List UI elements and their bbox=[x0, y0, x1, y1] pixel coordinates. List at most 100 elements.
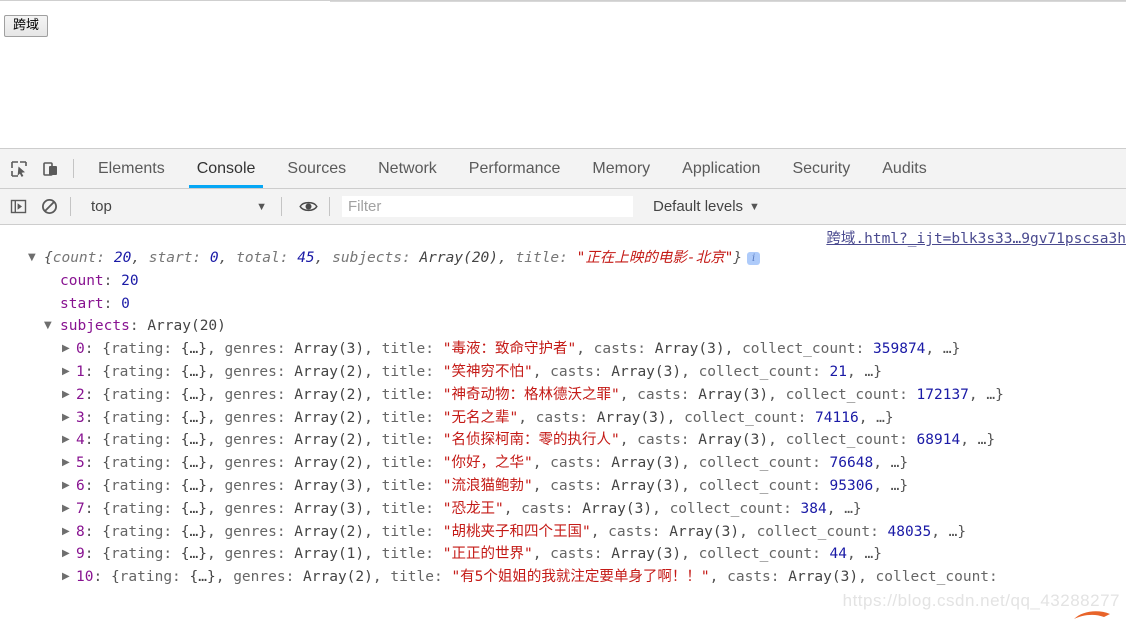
console-array-item[interactable]: ▶ 7: {rating: {…}, genres: Array(3), titl… bbox=[0, 498, 1126, 521]
line-content: 7: {rating: {…}, genres: Array(3), title… bbox=[76, 500, 862, 517]
line-content: 5: {rating: {…}, genres: Array(2), title… bbox=[76, 455, 909, 472]
tab-console[interactable]: Console bbox=[181, 149, 272, 188]
collapse-triangle-icon[interactable]: ▶ bbox=[62, 566, 70, 589]
collapse-triangle-icon[interactable]: ▶ bbox=[62, 338, 70, 361]
item-collect-count: 384 bbox=[800, 500, 827, 517]
collapse-triangle-icon[interactable]: ▶ bbox=[62, 429, 70, 452]
collapse-triangle-icon[interactable]: ▶ bbox=[62, 521, 70, 544]
console-filter-input[interactable] bbox=[342, 196, 633, 217]
line-content: 3: {rating: {…}, genres: Array(2), title… bbox=[76, 409, 894, 426]
array-index: 6 bbox=[76, 477, 85, 494]
console-array-item[interactable]: ▶ 10: {rating: {…}, genres: Array(2), tit… bbox=[0, 566, 1126, 589]
collapse-triangle-icon[interactable]: ▶ bbox=[62, 384, 70, 407]
console-array-item[interactable]: ▶ 9: {rating: {…}, genres: Array(1), titl… bbox=[0, 543, 1126, 566]
tab-network[interactable]: Network bbox=[362, 149, 453, 188]
tab-security[interactable]: Security bbox=[776, 149, 866, 188]
line-content: count: 20 bbox=[60, 272, 139, 289]
line-content: 9: {rating: {…}, genres: Array(1), title… bbox=[76, 546, 882, 563]
console-property-start: start: 0 bbox=[0, 293, 1126, 316]
collapse-triangle-icon[interactable]: ▶ bbox=[62, 361, 70, 384]
console-array-item[interactable]: ▶ 4: {rating: {…}, genres: Array(2), titl… bbox=[0, 429, 1126, 452]
console-array-item[interactable]: ▶ 6: {rating: {…}, genres: Array(3), titl… bbox=[0, 475, 1126, 498]
collapse-triangle-icon[interactable]: ▶ bbox=[62, 407, 70, 430]
line-content: 8: {rating: {…}, genres: Array(2), title… bbox=[76, 523, 967, 540]
item-title: "无名之辈" bbox=[442, 409, 519, 426]
console-array-item[interactable]: ▶ 5: {rating: {…}, genres: Array(2), titl… bbox=[0, 452, 1126, 475]
console-array-item[interactable]: ▶ 2: {rating: {…}, genres: Array(2), titl… bbox=[0, 384, 1126, 407]
array-index: 1 bbox=[76, 363, 85, 380]
line-content: subjects: Array(20) bbox=[60, 318, 226, 335]
page-top-divider bbox=[330, 1, 1126, 2]
devtools-tabstrip: Elements Console Sources Network Perform… bbox=[0, 149, 1126, 189]
array-index: 2 bbox=[76, 386, 85, 403]
array-index: 7 bbox=[76, 500, 85, 517]
line-content: {count: 20, start: 0, total: 45, subject… bbox=[0, 250, 761, 266]
console-property-count: count: 20 bbox=[0, 270, 1126, 293]
property-key: start bbox=[60, 295, 104, 312]
item-title: "名侦探柯南：零的执行人" bbox=[442, 432, 620, 449]
line-content: 10: {rating: {…}, genres: Array(2), titl… bbox=[76, 569, 998, 586]
toolbar-divider bbox=[73, 159, 74, 178]
item-collect-count: 76648 bbox=[829, 455, 874, 472]
watermark-text: https://blog.csdn.net/qq_43288277 bbox=[842, 591, 1120, 610]
item-title: "胡桃夹子和四个王国" bbox=[442, 523, 591, 540]
devtools-tabs: Elements Console Sources Network Perform… bbox=[82, 149, 943, 188]
filterbar-divider-1 bbox=[70, 197, 71, 216]
array-index: 10 bbox=[76, 569, 94, 586]
info-badge-icon[interactable]: i bbox=[747, 252, 761, 265]
execution-context-select[interactable]: top ▼ bbox=[83, 194, 273, 219]
line-content: 2: {rating: {…}, genres: Array(2), title… bbox=[76, 386, 1004, 403]
collapse-triangle-icon[interactable]: ▶ bbox=[62, 452, 70, 475]
tab-application[interactable]: Application bbox=[666, 149, 776, 188]
tab-elements[interactable]: Elements bbox=[82, 149, 181, 188]
console-array-item[interactable]: ▶ 3: {rating: {…}, genres: Array(2), titl… bbox=[0, 407, 1126, 430]
source-link[interactable]: 跨域.html?_ijt=blk3s33…9gv71pscsa3h bbox=[826, 231, 1126, 247]
clear-console-icon[interactable] bbox=[36, 194, 62, 220]
item-collect-count: 74116 bbox=[815, 409, 859, 426]
line-content: start: 0 bbox=[60, 295, 130, 312]
line-content: 0: {rating: {…}, genres: Array(3), title… bbox=[76, 341, 961, 358]
source-link-row: 跨域.html?_ijt=blk3s33…9gv71pscsa3h bbox=[826, 227, 1126, 248]
console-array-item[interactable]: ▶ 0: {rating: {…}, genres: Array(3), titl… bbox=[0, 338, 1126, 361]
tab-sources[interactable]: Sources bbox=[271, 149, 362, 188]
tab-memory[interactable]: Memory bbox=[576, 149, 666, 188]
item-title: "正正的世界" bbox=[442, 546, 533, 563]
watermark-swoosh-icon bbox=[1074, 611, 1110, 619]
line-content: 1: {rating: {…}, genres: Array(2), title… bbox=[76, 363, 882, 380]
log-levels-select[interactable]: Default levels ▼ bbox=[653, 198, 760, 215]
array-index: 4 bbox=[76, 432, 85, 449]
tab-audits[interactable]: Audits bbox=[866, 149, 942, 188]
live-expression-eye-icon[interactable] bbox=[295, 194, 321, 220]
console-property-subjects[interactable]: ▼ subjects: Array(20) bbox=[0, 315, 1126, 338]
line-content: 4: {rating: {…}, genres: Array(2), title… bbox=[76, 432, 996, 449]
array-index: 8 bbox=[76, 523, 85, 540]
device-toolbar-icon[interactable] bbox=[37, 155, 64, 182]
item-collect-count: 21 bbox=[829, 363, 847, 380]
console-array-item[interactable]: ▶ 1: {rating: {…}, genres: Array(2), titl… bbox=[0, 361, 1126, 384]
expand-triangle-icon[interactable]: ▼ bbox=[44, 315, 52, 338]
item-collect-count: 48035 bbox=[887, 523, 932, 540]
expand-triangle-icon[interactable]: ▼ bbox=[28, 247, 36, 270]
execution-context-value: top bbox=[91, 198, 112, 215]
filterbar-divider-2 bbox=[281, 197, 282, 216]
item-title: "神奇动物：格林德沃之罪" bbox=[442, 386, 620, 403]
collapse-triangle-icon[interactable]: ▶ bbox=[62, 498, 70, 521]
item-title: "笑神穷不怕" bbox=[442, 363, 533, 380]
property-key: count bbox=[60, 272, 104, 289]
console-object-preview[interactable]: ▼ {count: 20, start: 0, total: 45, subjec… bbox=[0, 247, 1126, 270]
property-value: Array(20) bbox=[147, 318, 226, 335]
line-content: 6: {rating: {…}, genres: Array(3), title… bbox=[76, 477, 909, 494]
item-collect-count: 95306 bbox=[829, 477, 874, 494]
cors-button[interactable]: 跨域 bbox=[4, 15, 49, 37]
collapse-triangle-icon[interactable]: ▶ bbox=[62, 543, 70, 566]
item-collect-count: 68914 bbox=[916, 432, 961, 449]
console-array-item[interactable]: ▶ 8: {rating: {…}, genres: Array(2), titl… bbox=[0, 521, 1126, 544]
chevron-down-icon: ▼ bbox=[256, 200, 267, 213]
inspect-element-icon[interactable] bbox=[5, 155, 32, 182]
tab-performance[interactable]: Performance bbox=[453, 149, 577, 188]
array-index: 5 bbox=[76, 455, 85, 472]
console-sidebar-icon[interactable] bbox=[5, 194, 31, 220]
array-index: 3 bbox=[76, 409, 85, 426]
web-page-area: 跨域 bbox=[0, 0, 1126, 148]
collapse-triangle-icon[interactable]: ▶ bbox=[62, 475, 70, 498]
